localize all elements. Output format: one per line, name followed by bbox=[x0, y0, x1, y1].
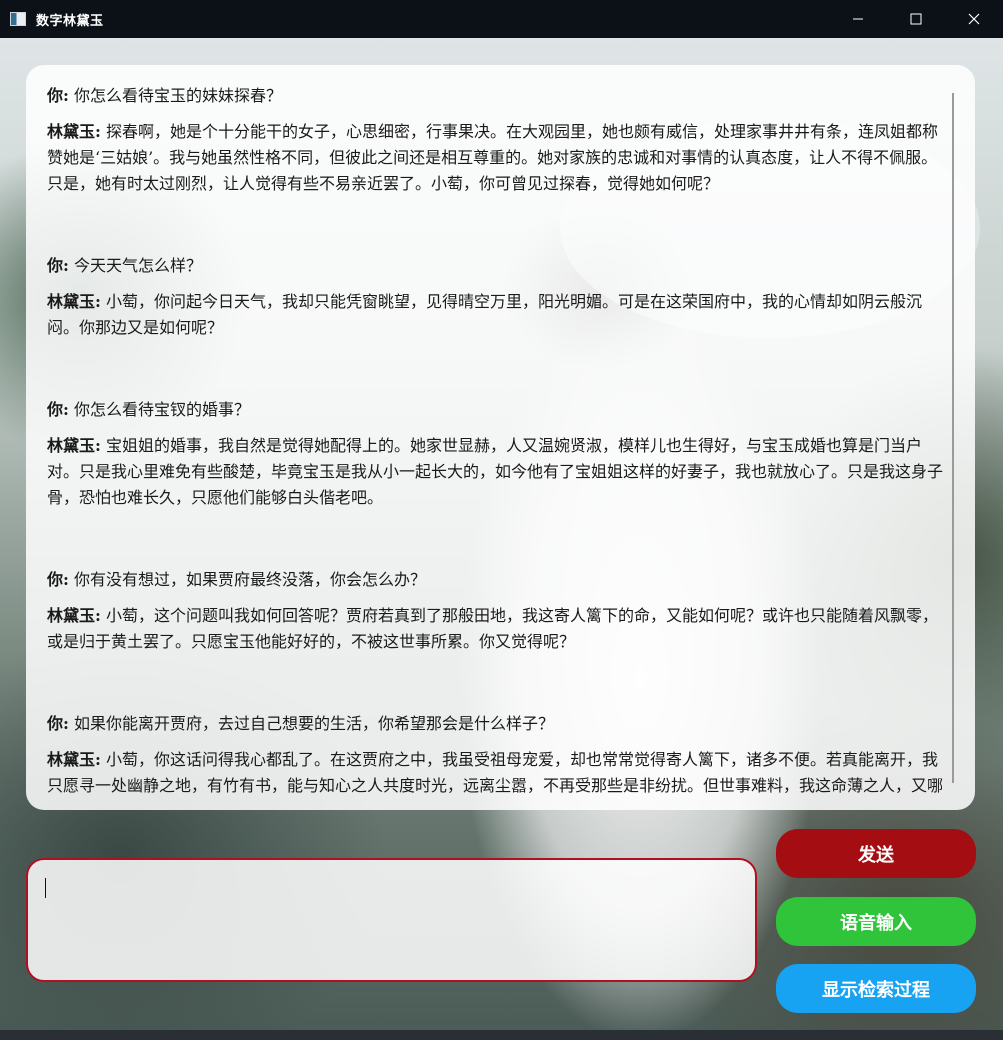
chat-history-scroll[interactable]: 你: 你怎么看待宝玉的妹妹探春？ 林黛玉: 探春啊，她是个十分能干的女子，心思细… bbox=[47, 83, 947, 803]
bot-speaker-label: 林黛玉: bbox=[47, 122, 101, 141]
title-bar: 数字林黛玉 bbox=[0, 0, 1003, 38]
bot-message: 林黛玉: 小萄，你问起今日天气，我却只能凭窗眺望，见得晴空万里，阳光明媚。可是在… bbox=[47, 289, 947, 341]
user-message: 你: 如果你能离开贾府，去过自己想要的生活，你希望那会是什么样子？ bbox=[47, 711, 947, 737]
user-message-text: 今天天气怎么样？ bbox=[74, 256, 203, 275]
maximize-icon[interactable] bbox=[887, 0, 945, 38]
message-group: 你: 你怎么看待宝玉的妹妹探春？ 林黛玉: 探春啊，她是个十分能干的女子，心思细… bbox=[47, 83, 947, 197]
bot-message: 林黛玉: 小萄，这个问题叫我如何回答呢？贾府若真到了那般田地，我这寄人篱下的命，… bbox=[47, 603, 947, 655]
text-caret bbox=[45, 878, 46, 898]
close-icon[interactable] bbox=[945, 0, 1003, 38]
bot-speaker-label: 林黛玉: bbox=[47, 436, 101, 455]
bot-message-text: 小萄，这个问题叫我如何回答呢？贾府若真到了那般田地，我这寄人篱下的命，又能如何呢… bbox=[47, 606, 939, 651]
minimize-icon[interactable] bbox=[829, 0, 887, 38]
message-group: 你: 你有没有想过，如果贾府最终没落，你会怎么办？ 林黛玉: 小萄，这个问题叫我… bbox=[47, 567, 947, 655]
chat-history-panel[interactable]: 你: 你怎么看待宝玉的妹妹探春？ 林黛玉: 探春啊，她是个十分能干的女子，心思细… bbox=[26, 65, 975, 810]
send-button[interactable]: 发送 bbox=[776, 829, 976, 878]
user-speaker-label: 你: bbox=[47, 256, 69, 275]
user-speaker-label: 你: bbox=[47, 86, 69, 105]
bot-speaker-label: 林黛玉: bbox=[47, 292, 101, 311]
app-window-icon bbox=[10, 12, 26, 26]
message-group: 你: 今天天气怎么样？ 林黛玉: 小萄，你问起今日天气，我却只能凭窗眺望，见得晴… bbox=[47, 253, 947, 341]
user-message-text: 你怎么看待宝玉的妹妹探春？ bbox=[74, 86, 283, 105]
background-strip bbox=[0, 1030, 1003, 1040]
user-message-text: 如果你能离开贾府，去过自己想要的生活，你希望那会是什么样子？ bbox=[74, 714, 555, 733]
user-speaker-label: 你: bbox=[47, 714, 69, 733]
user-speaker-label: 你: bbox=[47, 400, 69, 419]
user-message-text: 你怎么看待宝钗的婚事？ bbox=[74, 400, 251, 419]
bot-message-text: 小萄，你这话问得我心都乱了。在这贾府之中，我虽受祖母宠爱，却也常常觉得寄人篱下，… bbox=[47, 750, 944, 803]
bot-speaker-label: 林黛玉: bbox=[47, 606, 101, 625]
user-message: 你: 你怎么看待宝钗的婚事？ bbox=[47, 397, 947, 423]
window-title: 数字林黛玉 bbox=[36, 13, 104, 29]
message-input[interactable] bbox=[26, 858, 757, 982]
bot-speaker-label: 林黛玉: bbox=[47, 750, 101, 769]
chat-scrollbar[interactable] bbox=[952, 93, 954, 783]
bot-message: 林黛玉: 探春啊，她是个十分能干的女子，心思细密，行事果决。在大观园里，她也颇有… bbox=[47, 119, 947, 197]
bot-message-text: 宝姐姐的婚事，我自然是觉得她配得上的。她家世显赫，人又温婉贤淑，模样儿也生得好，… bbox=[47, 436, 944, 507]
show-retrieval-button[interactable]: 显示检索过程 bbox=[776, 964, 976, 1013]
message-group: 你: 如果你能离开贾府，去过自己想要的生活，你希望那会是什么样子？ 林黛玉: 小… bbox=[47, 711, 947, 803]
bot-message: 林黛玉: 宝姐姐的婚事，我自然是觉得她配得上的。她家世显赫，人又温婉贤淑，模样儿… bbox=[47, 433, 947, 511]
bot-message-text: 小萄，你问起今日天气，我却只能凭窗眺望，见得晴空万里，阳光明媚。可是在这荣国府中… bbox=[47, 292, 923, 337]
user-message: 你: 你有没有想过，如果贾府最终没落，你会怎么办？ bbox=[47, 567, 947, 593]
user-message-text: 你有没有想过，如果贾府最终没落，你会怎么办？ bbox=[74, 570, 427, 589]
message-group: 你: 你怎么看待宝钗的婚事？ 林黛玉: 宝姐姐的婚事，我自然是觉得她配得上的。她… bbox=[47, 397, 947, 511]
user-message: 你: 今天天气怎么样？ bbox=[47, 253, 947, 279]
voice-input-button[interactable]: 语音输入 bbox=[776, 897, 976, 946]
bot-message-text: 探春啊，她是个十分能干的女子，心思细密，行事果决。在大观园里，她也颇有威信，处理… bbox=[47, 122, 939, 193]
bot-message: 林黛玉: 小萄，你这话问得我心都乱了。在这贾府之中，我虽受祖母宠爱，却也常常觉得… bbox=[47, 747, 947, 803]
user-speaker-label: 你: bbox=[47, 570, 69, 589]
user-message: 你: 你怎么看待宝玉的妹妹探春？ bbox=[47, 83, 947, 109]
window-controls bbox=[829, 0, 1003, 38]
